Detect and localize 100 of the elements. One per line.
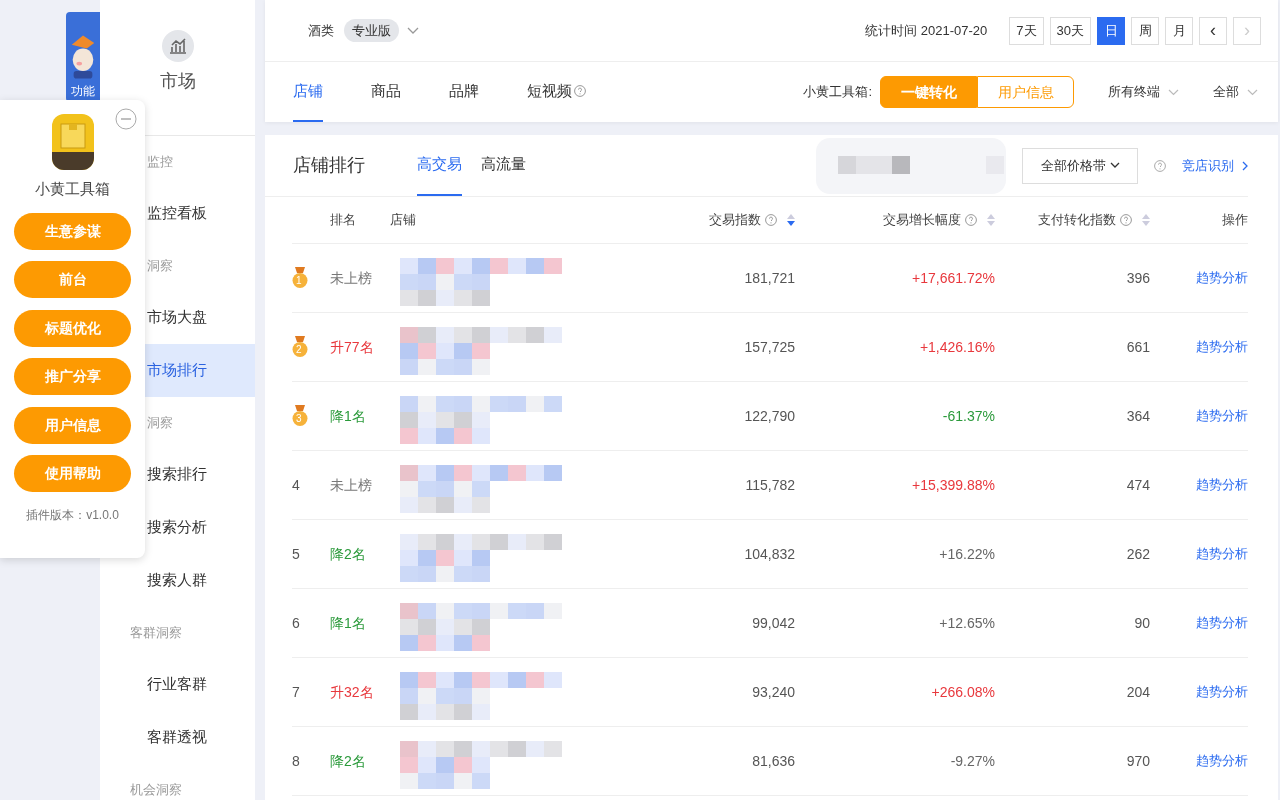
table-cell-text: 661 xyxy=(1125,337,1150,357)
nav-group-label: 机会洞察 xyxy=(130,780,182,799)
period-button[interactable]: 30天 xyxy=(1049,16,1091,45)
section-title: 店铺排行 xyxy=(293,154,365,177)
chevron-right-icon xyxy=(1242,160,1248,171)
trend-analysis-link[interactable]: 趋势分析 xyxy=(1150,475,1248,495)
growth-value: -61.37% xyxy=(941,406,995,426)
rank-number: 5 xyxy=(292,545,300,562)
plugin-version: 插件版本：v1.0.0 xyxy=(26,506,119,524)
column-header: 店铺 xyxy=(390,211,416,230)
growth-value: +16.22% xyxy=(938,544,995,564)
rank-change: 未上榜 xyxy=(330,268,373,288)
rank-change: 降1名 xyxy=(330,613,367,633)
table-cell-text: 157,725 xyxy=(743,337,795,357)
function-guide-tab[interactable]: 功能 xyxy=(66,12,100,102)
period-button[interactable]: 7天 xyxy=(1009,16,1044,45)
nav-group-label: 洞察 xyxy=(147,256,173,275)
rank-number: 7 xyxy=(292,683,300,700)
trend-analysis-link[interactable]: 趋势分析 xyxy=(1150,544,1248,564)
chevron-down-icon[interactable] xyxy=(1247,88,1258,96)
competitor-link[interactable]: 竞店识别 xyxy=(1182,155,1248,176)
column-header: 支付转化指数 xyxy=(1038,211,1116,230)
growth-value: -9.27% xyxy=(949,751,995,771)
chevron-down-icon xyxy=(1109,162,1120,169)
table-cell-text: 115,782 xyxy=(744,475,795,495)
trend-analysis-link[interactable]: 趋势分析 xyxy=(1150,268,1248,288)
help-icon[interactable] xyxy=(965,214,977,226)
nav-tab[interactable]: 品牌 xyxy=(449,62,479,122)
chevron-down-icon[interactable] xyxy=(407,26,419,35)
table-cell-text: 474 xyxy=(1125,475,1150,495)
table-cell-text: 93,240 xyxy=(751,682,795,702)
rank-number: 4 xyxy=(292,476,300,493)
rank-change: 升77名 xyxy=(330,337,375,357)
toolbox-title: 小黄工具箱 xyxy=(35,179,110,199)
trend-analysis-link[interactable]: 趋势分析 xyxy=(1150,406,1248,426)
period-button[interactable]: 月 xyxy=(1165,16,1193,45)
toolbox-label: 小黄工具箱: xyxy=(803,83,872,102)
nav-item[interactable]: 行业客群 xyxy=(100,658,255,711)
trend-analysis-link[interactable]: 趋势分析 xyxy=(1150,751,1248,771)
chevron-down-icon[interactable] xyxy=(1168,88,1179,96)
period-button[interactable]: 日 xyxy=(1097,16,1125,45)
table-cell-text: 181,721 xyxy=(743,268,795,288)
filter-dropdown[interactable]: 全部 xyxy=(1213,62,1258,122)
growth-value: +17,661.72% xyxy=(911,268,995,288)
growth-value: +12.65% xyxy=(938,613,995,633)
nav-tab[interactable]: 店铺 xyxy=(293,62,323,122)
table-cell-text: 396 xyxy=(1125,268,1150,288)
chart-icon xyxy=(161,30,194,62)
rank-number: 6 xyxy=(292,614,300,631)
previous-button[interactable]: ‹ xyxy=(1199,16,1227,45)
growth-value: +1,426.16% xyxy=(918,337,995,357)
table-cell-text: 90 xyxy=(1133,613,1150,633)
column-header: 交易增长幅度 xyxy=(883,211,961,230)
toolbox-logo xyxy=(51,114,94,170)
rank-change: 降1名 xyxy=(330,406,367,426)
sort-icon[interactable] xyxy=(787,214,795,226)
rank-number: 8 xyxy=(292,752,300,769)
stat-time: 统计时间 2021-07-20 xyxy=(865,21,988,40)
price-select[interactable]: 全部价格带 xyxy=(1022,147,1138,184)
nav-tab[interactable]: 短视频 xyxy=(527,62,586,122)
table-cell-text: 99,042 xyxy=(751,613,795,633)
nav-group-label: 监控 xyxy=(147,152,173,171)
table-cell-text: 204 xyxy=(1125,682,1150,702)
rank-change: 未上榜 xyxy=(330,475,373,495)
table-cell-text: 262 xyxy=(1125,544,1150,564)
period-button[interactable]: 周 xyxy=(1131,16,1159,45)
nav-item[interactable]: 搜索人群 xyxy=(100,554,255,607)
rank-change: 降2名 xyxy=(330,751,367,771)
help-icon[interactable] xyxy=(765,214,777,226)
nav-item[interactable]: 客群透视 xyxy=(100,711,255,764)
function-guide-label: 功能 xyxy=(71,83,95,100)
table-cell-text: 122,790 xyxy=(743,406,795,426)
table-cell-text: 81,636 xyxy=(751,751,795,771)
trend-analysis-link[interactable]: 趋势分析 xyxy=(1150,613,1248,633)
trend-analysis-link[interactable]: 趋势分析 xyxy=(1150,682,1248,702)
ranking-tab[interactable]: 高交易 xyxy=(417,135,462,196)
column-header: 排名 xyxy=(330,211,356,230)
growth-value: +266.08% xyxy=(930,682,995,702)
help-icon[interactable] xyxy=(1154,159,1166,172)
nav-tab[interactable]: 商品 xyxy=(371,62,401,122)
rank-number: 2 xyxy=(296,343,302,355)
trend-analysis-link[interactable]: 趋势分析 xyxy=(1150,337,1248,357)
edition-tag: 专业版 xyxy=(344,18,399,43)
collapse-icon[interactable] xyxy=(115,108,137,130)
ranking-tab[interactable]: 高流量 xyxy=(481,135,526,196)
rank-change: 降2名 xyxy=(330,544,367,564)
filter-dropdown[interactable]: 所有终端 xyxy=(1108,62,1179,122)
rank-number: 3 xyxy=(296,412,302,424)
column-header: 交易指数 xyxy=(709,211,761,230)
nav-group-label: 客群洞察 xyxy=(130,623,182,642)
help-icon[interactable] xyxy=(574,85,586,97)
category-label: 酒类 xyxy=(308,21,334,40)
sidebar-title: 市场 xyxy=(159,70,196,93)
column-header: 操作 xyxy=(1222,211,1248,230)
nav-group-label: 洞察 xyxy=(147,413,173,432)
rank-number: 1 xyxy=(296,274,302,286)
rank-change: 升32名 xyxy=(330,682,375,702)
help-icon[interactable] xyxy=(1120,214,1132,226)
table-cell-text: 970 xyxy=(1125,751,1150,771)
table-cell-text: 104,832 xyxy=(743,544,795,564)
